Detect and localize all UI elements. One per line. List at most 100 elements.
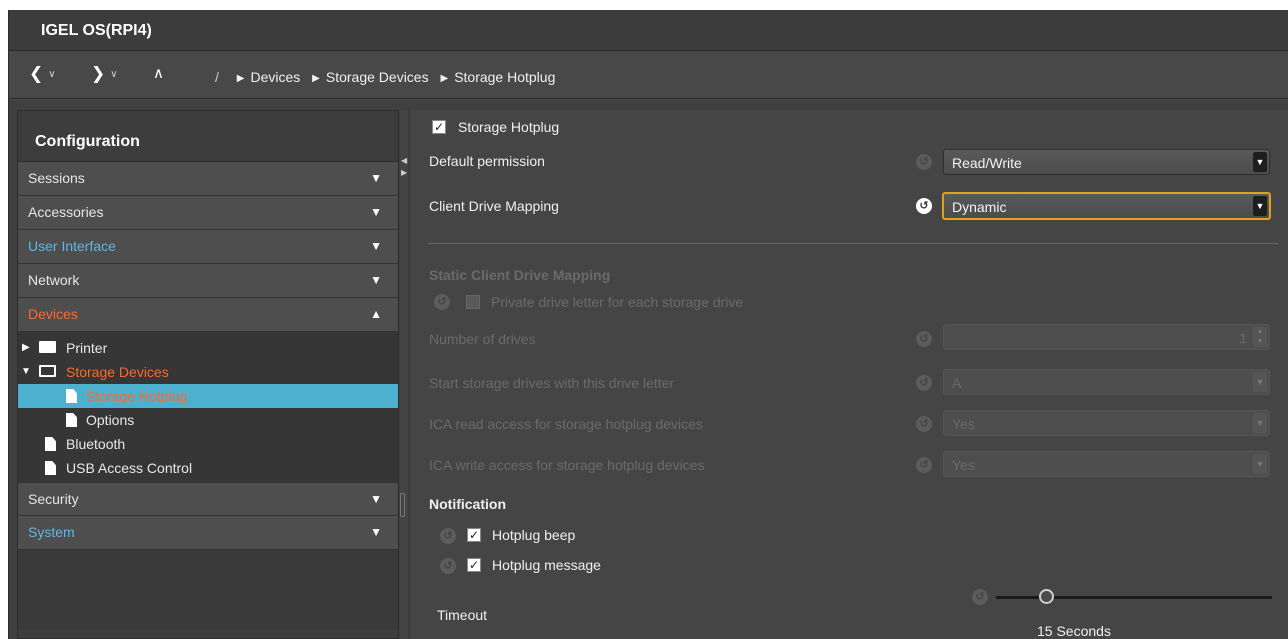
collapse-left-icon[interactable]: ◀ [401, 156, 407, 165]
expand-arrow-icon: ▼ [370, 525, 382, 539]
expand-arrow-icon: ▼ [370, 171, 382, 185]
dropdown-arrow-icon: ▼ [1253, 152, 1267, 172]
breadcrumb-arrow-icon: ▶ [440, 73, 449, 84]
number-of-drives-spinner: 1 ▲ ▼ [943, 324, 1270, 350]
chevron-up-icon: ∧ [153, 65, 164, 82]
breadcrumb-arrow-icon: ▶ [236, 73, 245, 84]
tree-item-bluetooth[interactable]: Bluetooth [18, 432, 398, 456]
breadcrumb-arrow-icon: ▶ [312, 73, 320, 84]
forward-icon: ❯ [91, 64, 106, 83]
timeout-slider-track[interactable] [996, 596, 1272, 599]
sidebar-header: Configuration [18, 111, 398, 162]
reset-icon: ↺ [434, 294, 450, 310]
default-permission-select[interactable]: Read/Write ▼ [943, 149, 1270, 175]
sidebar-item-accessories[interactable]: Accessories ▼ [18, 196, 398, 230]
ica-write-access-label: ICA write access for storage hotplug dev… [429, 457, 705, 473]
tree-item-label: Bluetooth [66, 436, 126, 452]
reset-icon: ↺ [916, 416, 932, 432]
sidebar-item-system[interactable]: System ▼ [18, 516, 398, 550]
breadcrumb-item-storage-hotplug[interactable]: Storage Hotplug [454, 69, 555, 85]
sidebar-item-label: User Interface [28, 238, 116, 254]
folder-icon [39, 341, 56, 353]
breadcrumb-root[interactable]: / [215, 69, 219, 85]
reset-icon[interactable]: ↺ [916, 154, 932, 170]
reset-icon: ↺ [440, 528, 456, 544]
hotplug-message-label: Hotplug message [492, 557, 601, 573]
ica-read-access-select: Yes ▼ [943, 410, 1270, 436]
tree-item-options[interactable]: Options [18, 408, 398, 432]
sidebar: Configuration Sessions ▼ Accessories ▼ U… [17, 110, 399, 639]
spinner-arrows-icon: ▲ ▼ [1253, 327, 1267, 347]
tree-item-storage-hotplug[interactable]: Storage Hotplug [18, 384, 398, 408]
reset-icon: ↺ [916, 375, 932, 391]
reset-icon: ↺ [916, 331, 932, 347]
tree-item-label: USB Access Control [66, 460, 193, 476]
tree-item-label: Options [86, 412, 135, 428]
client-drive-mapping-value: Dynamic [952, 199, 1007, 215]
sidebar-item-sessions[interactable]: Sessions ▼ [18, 162, 398, 196]
timeout-slider-thumb[interactable] [1038, 589, 1054, 604]
expand-arrow-icon: ▼ [370, 205, 382, 219]
sidebar-item-devices[interactable]: Devices ▲ [18, 298, 398, 332]
reset-icon: ↺ [972, 589, 988, 605]
default-permission-value: Read/Write [952, 155, 1022, 171]
static-mapping-header: Static Client Drive Mapping [429, 267, 611, 283]
private-drive-letter-checkbox [466, 295, 480, 309]
collapse-right-icon[interactable]: ▶ [401, 168, 407, 177]
reset-icon[interactable]: ↺ [916, 198, 932, 214]
splitter-grip-icon[interactable] [400, 493, 405, 517]
notification-header: Notification [429, 496, 506, 512]
window-title: IGEL OS(RPI4) [41, 22, 152, 39]
dropdown-arrow-icon: ▼ [1253, 454, 1267, 474]
start-drive-letter-value: A [952, 375, 962, 391]
expand-arrow-icon: ▼ [370, 273, 382, 287]
storage-hotplug-label: Storage Hotplug [458, 119, 560, 135]
sidebar-item-label: System [28, 524, 75, 540]
forward-button[interactable]: ❯ ∨ [91, 65, 118, 84]
page-icon [66, 389, 77, 403]
breadcrumb-item-devices[interactable]: Devices [250, 69, 300, 85]
page-icon [45, 461, 56, 475]
hotplug-message-checkbox[interactable]: ✓ [467, 558, 481, 572]
reset-icon: ↺ [440, 558, 456, 574]
breadcrumb-item-storage-devices[interactable]: Storage Devices [326, 69, 429, 85]
tree-item-storage-devices[interactable]: ▼ Storage Devices [18, 360, 398, 384]
storage-hotplug-checkbox[interactable]: ✓ [432, 120, 446, 134]
ica-read-access-label: ICA read access for storage hotplug devi… [429, 416, 703, 432]
sidebar-item-label: Devices [28, 306, 78, 322]
navigation-bar: ❮ ∨ ❯ ∨ ∧ / ▶ Devices ▶ Storage Devices ▶ Sto… [9, 51, 1288, 99]
breadcrumb: / ▶ Devices ▶ Storage Devices ▶ Storage Hot… [215, 69, 555, 85]
sidebar-item-network[interactable]: Network ▼ [18, 264, 398, 298]
ica-write-access-value: Yes [952, 457, 975, 473]
back-icon: ❮ [29, 64, 44, 83]
client-drive-mapping-label: Client Drive Mapping [429, 198, 559, 214]
page-icon [66, 413, 77, 427]
tree-item-label: Printer [66, 340, 108, 356]
timeout-value: 15 Seconds [1037, 623, 1111, 639]
sidebar-item-security[interactable]: Security ▼ [18, 482, 398, 516]
divider [428, 243, 1278, 244]
expand-arrow-icon: ▼ [370, 239, 382, 253]
settings-panel: ✓ Storage Hotplug Default permission ↺ R… [409, 110, 1288, 639]
app-window: IGEL OS(RPI4) ❮ ∨ ❯ ∨ ∧ / ▶ Devices ▶ Storag… [8, 10, 1288, 639]
up-button[interactable]: ∧ [153, 65, 164, 83]
tree-collapse-icon[interactable]: ▼ [21, 360, 31, 384]
hotplug-beep-label: Hotplug beep [492, 527, 576, 543]
tree-item-printer[interactable]: ▶ Printer [18, 336, 398, 360]
tree-item-usb-access-control[interactable]: USB Access Control [18, 456, 398, 480]
sidebar-item-user-interface[interactable]: User Interface ▼ [18, 230, 398, 264]
number-of-drives-value: 1 [1239, 330, 1247, 346]
sidebar-item-label: Accessories [28, 204, 104, 220]
client-drive-mapping-select[interactable]: Dynamic ▼ [942, 192, 1271, 220]
page-icon [45, 437, 56, 451]
dropdown-arrow-icon: ▼ [1253, 196, 1267, 216]
title-bar: IGEL OS(RPI4) [9, 10, 1288, 51]
tree-expand-icon[interactable]: ▶ [22, 336, 30, 360]
chevron-down-icon: ∨ [110, 69, 118, 80]
reset-icon: ↺ [916, 457, 932, 473]
hotplug-beep-checkbox[interactable]: ✓ [467, 528, 481, 542]
back-button[interactable]: ❮ ∨ [29, 65, 56, 84]
default-permission-label: Default permission [429, 153, 545, 169]
sidebar-empty-area [18, 550, 398, 630]
panel-splitter[interactable]: ◀ ▶ [400, 110, 408, 639]
